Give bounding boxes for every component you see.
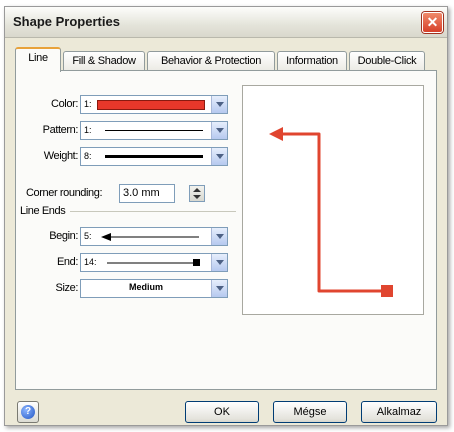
shape-properties-dialog: Shape Properties ✕ Line Fill & Shadow Be…: [4, 6, 448, 426]
pattern-index: 1:: [84, 125, 92, 135]
color-index: 1:: [84, 99, 92, 109]
size-value: Medium: [128, 282, 163, 292]
begin-arrow-sample: [101, 233, 199, 241]
chevron-down-icon[interactable]: [211, 96, 227, 113]
chevron-down-icon[interactable]: [211, 280, 227, 297]
begin-label: Begin:: [49, 230, 78, 242]
apply-button[interactable]: Alkalmaz: [361, 401, 437, 423]
question-icon: ?: [21, 405, 35, 419]
arrowhead-icon: [269, 127, 283, 141]
pattern-label: Pattern:: [42, 124, 79, 136]
line-ends-divider: [70, 211, 236, 212]
color-swatch: [97, 100, 205, 110]
pattern-dropdown[interactable]: 1:: [80, 121, 228, 140]
dialog-title: Shape Properties: [13, 14, 120, 29]
line-preview: [242, 85, 424, 315]
corner-rounding-spinner[interactable]: [189, 185, 205, 202]
end-index: 14:: [84, 257, 97, 267]
begin-index: 5:: [84, 231, 92, 241]
end-label: End:: [56, 256, 78, 268]
chevron-down-icon[interactable]: [211, 228, 227, 245]
begin-dropdown[interactable]: 5:: [80, 227, 228, 246]
end-dropdown[interactable]: 14:: [80, 253, 228, 272]
spin-up-icon[interactable]: [193, 188, 201, 192]
size-dropdown[interactable]: Medium: [80, 279, 228, 298]
color-dropdown[interactable]: 1:: [80, 95, 228, 114]
color-label: Color:: [51, 98, 78, 110]
title-bar: Shape Properties ✕: [5, 7, 447, 38]
ok-button[interactable]: OK: [185, 401, 259, 423]
weight-label: Weight:: [43, 150, 79, 162]
chevron-down-icon[interactable]: [211, 254, 227, 271]
spin-down-icon[interactable]: [193, 195, 201, 199]
corner-rounding-label: Corner rounding:: [26, 187, 103, 199]
square-end-icon: [381, 285, 393, 297]
close-button[interactable]: ✕: [422, 12, 443, 33]
tab-fill-shadow[interactable]: Fill & Shadow: [63, 51, 145, 70]
weight-line-sample: [105, 155, 203, 158]
help-button[interactable]: ?: [17, 401, 39, 423]
tab-behavior-protection[interactable]: Behavior & Protection: [147, 51, 275, 70]
chevron-down-icon[interactable]: [211, 148, 227, 165]
close-icon: ✕: [426, 14, 439, 30]
weight-index: 8:: [84, 151, 92, 161]
chevron-down-icon[interactable]: [211, 122, 227, 139]
pattern-line-sample: [105, 130, 203, 131]
end-square-sample: [107, 259, 200, 266]
tab-line[interactable]: Line: [15, 47, 61, 72]
cancel-button[interactable]: Mégse: [273, 401, 347, 423]
tab-double-click[interactable]: Double-Click: [349, 51, 425, 70]
size-label: Size:: [55, 282, 79, 294]
tab-information[interactable]: Information: [277, 51, 347, 70]
preview-drawing: [269, 127, 393, 297]
line-tab-panel: Color: 1: Pattern: 1: Weight: 8: Corner …: [15, 70, 437, 390]
weight-dropdown[interactable]: 8:: [80, 147, 228, 166]
corner-rounding-field[interactable]: 3.0 mm: [119, 184, 175, 203]
